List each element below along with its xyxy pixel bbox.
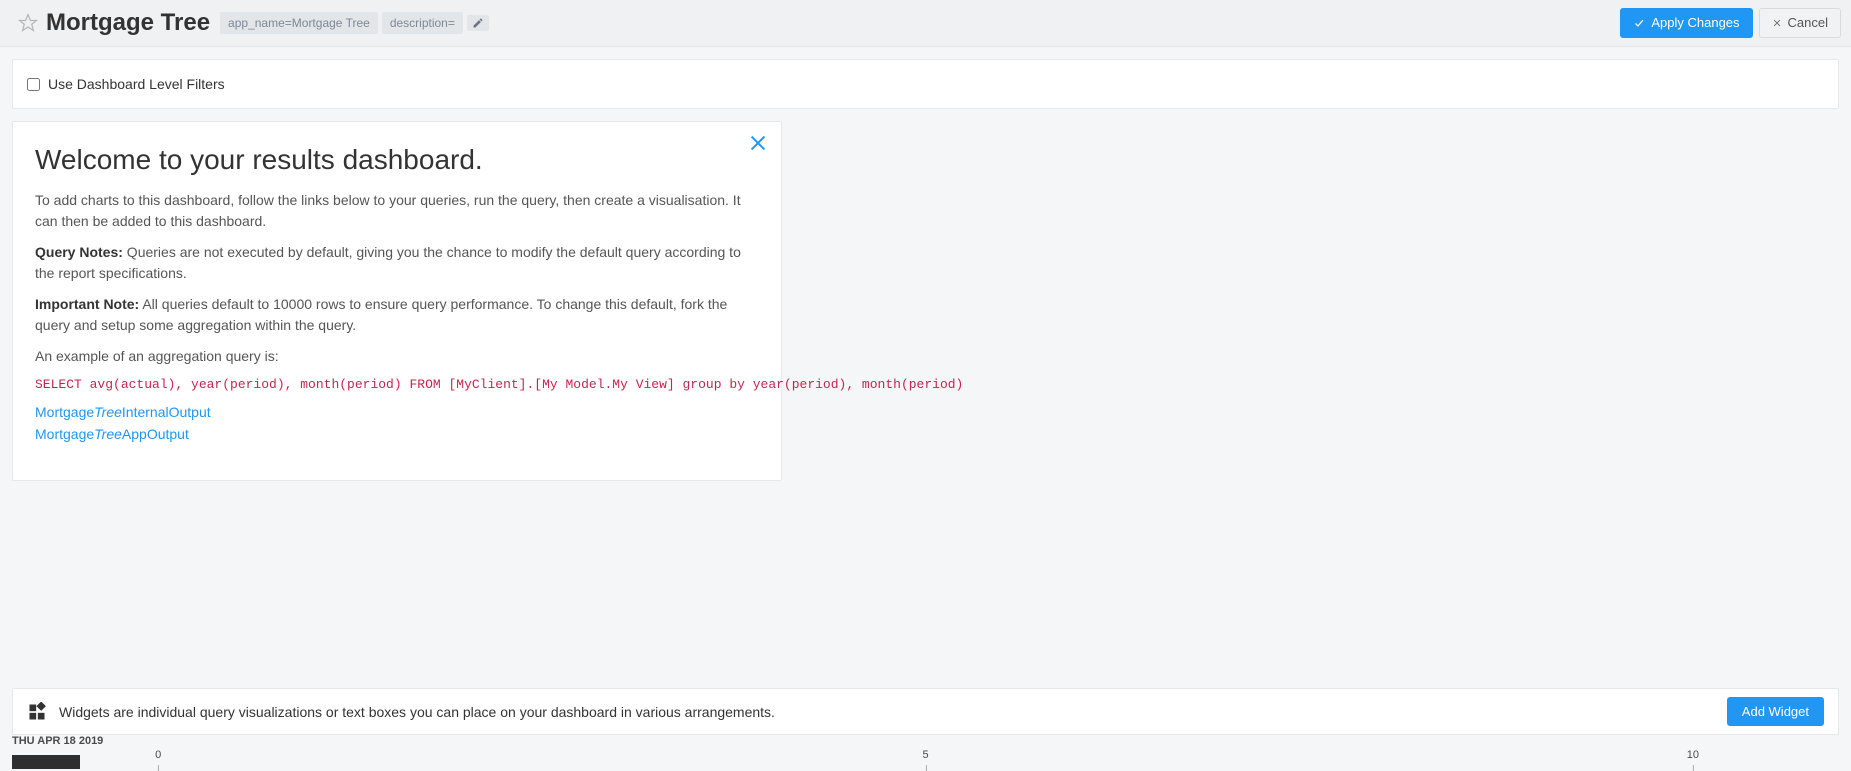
timeline-axis: THU APR 18 2019 0 5 10 bbox=[12, 735, 1839, 763]
add-widget-button[interactable]: Add Widget bbox=[1727, 697, 1824, 726]
query-notes-label: Query Notes: bbox=[35, 244, 123, 260]
aggregation-sql: SELECT avg(actual), year(period), month(… bbox=[35, 377, 759, 392]
check-icon bbox=[1633, 17, 1645, 29]
important-note-label: Important Note: bbox=[35, 296, 139, 312]
apply-changes-button[interactable]: Apply Changes bbox=[1620, 8, 1752, 38]
link-suffix: InternalOutput bbox=[122, 404, 211, 420]
header-bar: Mortgage Tree app_name=Mortgage Tree des… bbox=[0, 0, 1851, 47]
important-note-body: All queries default to 10000 rows to ens… bbox=[35, 296, 727, 333]
link-suffix: AppOutput bbox=[122, 426, 189, 442]
widgets-icon bbox=[27, 702, 47, 722]
link-prefix: Mortgage bbox=[35, 426, 94, 442]
query-notes-paragraph: Query Notes: Queries are not executed by… bbox=[35, 242, 759, 284]
welcome-intro: To add charts to this dashboard, follow … bbox=[35, 190, 759, 232]
use-dashboard-filters-checkbox[interactable] bbox=[27, 78, 40, 91]
welcome-heading: Welcome to your results dashboard. bbox=[35, 144, 759, 176]
pencil-icon bbox=[472, 17, 484, 29]
welcome-card: Welcome to your results dashboard. To ad… bbox=[12, 121, 782, 481]
close-icon bbox=[1772, 18, 1782, 28]
query-link-internal-output[interactable]: MortgageTreeInternalOutput bbox=[35, 404, 759, 420]
query-link-app-output[interactable]: MortgageTreeAppOutput bbox=[35, 426, 759, 442]
edit-tags-button[interactable] bbox=[467, 15, 489, 31]
use-dashboard-filters-label[interactable]: Use Dashboard Level Filters bbox=[48, 76, 225, 92]
aggregation-intro: An example of an aggregation query is: bbox=[35, 346, 759, 367]
cancel-label: Cancel bbox=[1788, 15, 1828, 31]
apply-changes-label: Apply Changes bbox=[1651, 15, 1739, 31]
important-note-paragraph: Important Note: All queries default to 1… bbox=[35, 294, 759, 336]
page-title: Mortgage Tree bbox=[46, 9, 210, 37]
close-welcome-button[interactable] bbox=[747, 132, 769, 154]
axis-tick-5: 5 bbox=[922, 749, 928, 761]
cancel-button[interactable]: Cancel bbox=[1759, 8, 1841, 38]
widget-hint-bar: Widgets are individual query visualizati… bbox=[12, 688, 1839, 735]
axis-date-label: THU APR 18 2019 bbox=[12, 735, 103, 747]
axis-tick-0: 0 bbox=[155, 749, 161, 761]
axis-tick-10: 10 bbox=[1687, 749, 1699, 761]
link-prefix: Mortgage bbox=[35, 404, 94, 420]
query-notes-body: Queries are not executed by default, giv… bbox=[35, 244, 741, 281]
widget-hint-text: Widgets are individual query visualizati… bbox=[59, 704, 775, 720]
dashboard-filter-bar: Use Dashboard Level Filters bbox=[12, 59, 1839, 109]
axis-range-handle[interactable] bbox=[12, 755, 80, 769]
link-italic: Tree bbox=[94, 426, 122, 442]
link-italic: Tree bbox=[94, 404, 122, 420]
favorite-star-icon[interactable] bbox=[18, 13, 38, 33]
app-name-tag: app_name=Mortgage Tree bbox=[220, 12, 378, 34]
description-tag: description= bbox=[382, 12, 463, 34]
